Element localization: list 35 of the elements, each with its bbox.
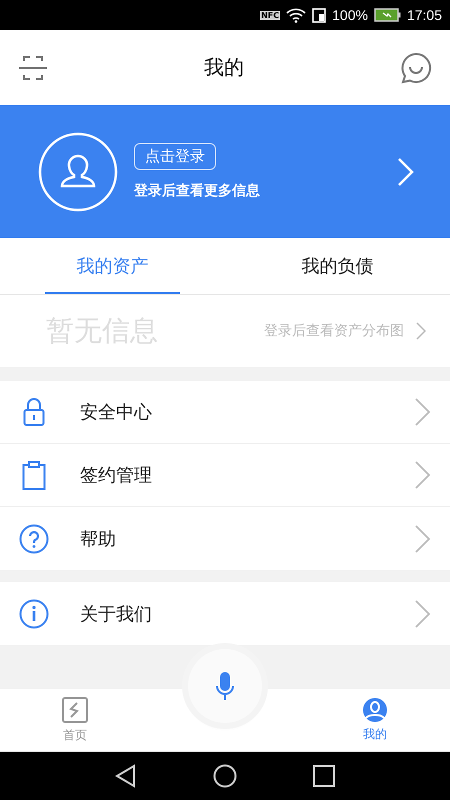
menu-item[interactable]: 签约管理 [0, 444, 450, 507]
home-tab-icon [61, 696, 89, 724]
help-icon [19, 524, 49, 554]
avatar-icon[interactable] [38, 132, 118, 212]
voice-button[interactable] [188, 649, 262, 723]
home-icon[interactable] [213, 764, 237, 788]
battery-icon [374, 8, 401, 22]
microphone-icon [215, 671, 235, 701]
clock: 17:05 [406, 7, 442, 23]
chevron-right-icon [416, 322, 426, 340]
page-title: 我的 [204, 54, 244, 81]
login-hint: 登录后查看更多信息 [134, 182, 260, 200]
chevron-right-icon [414, 460, 432, 490]
lock-icon [23, 397, 45, 427]
chevron-right-icon[interactable] [396, 156, 414, 186]
sim-icon [312, 8, 326, 22]
clipboard-icon [22, 460, 46, 490]
back-icon[interactable] [115, 764, 137, 788]
battery-percent: 100% [332, 7, 368, 23]
chevron-right-icon [414, 598, 432, 628]
login-button[interactable]: 点击登录 [134, 143, 216, 170]
recents-icon[interactable] [313, 765, 335, 787]
chevron-right-icon [414, 397, 432, 427]
chevron-right-icon [414, 524, 432, 554]
tab[interactable]: 我的负债 [225, 238, 450, 294]
info-icon [19, 598, 49, 628]
scan-button[interactable] [18, 54, 48, 82]
user-icon [362, 697, 388, 723]
menu-item[interactable]: 安全中心 [0, 381, 450, 444]
nfc-icon: NFC [260, 10, 280, 20]
message-button[interactable] [400, 52, 432, 84]
wifi-icon [286, 8, 306, 22]
menu-item[interactable]: 关于我们 [0, 582, 450, 645]
nav-tab[interactable]: 我的 [300, 697, 450, 743]
menu-item[interactable]: 帮助 [0, 507, 450, 570]
